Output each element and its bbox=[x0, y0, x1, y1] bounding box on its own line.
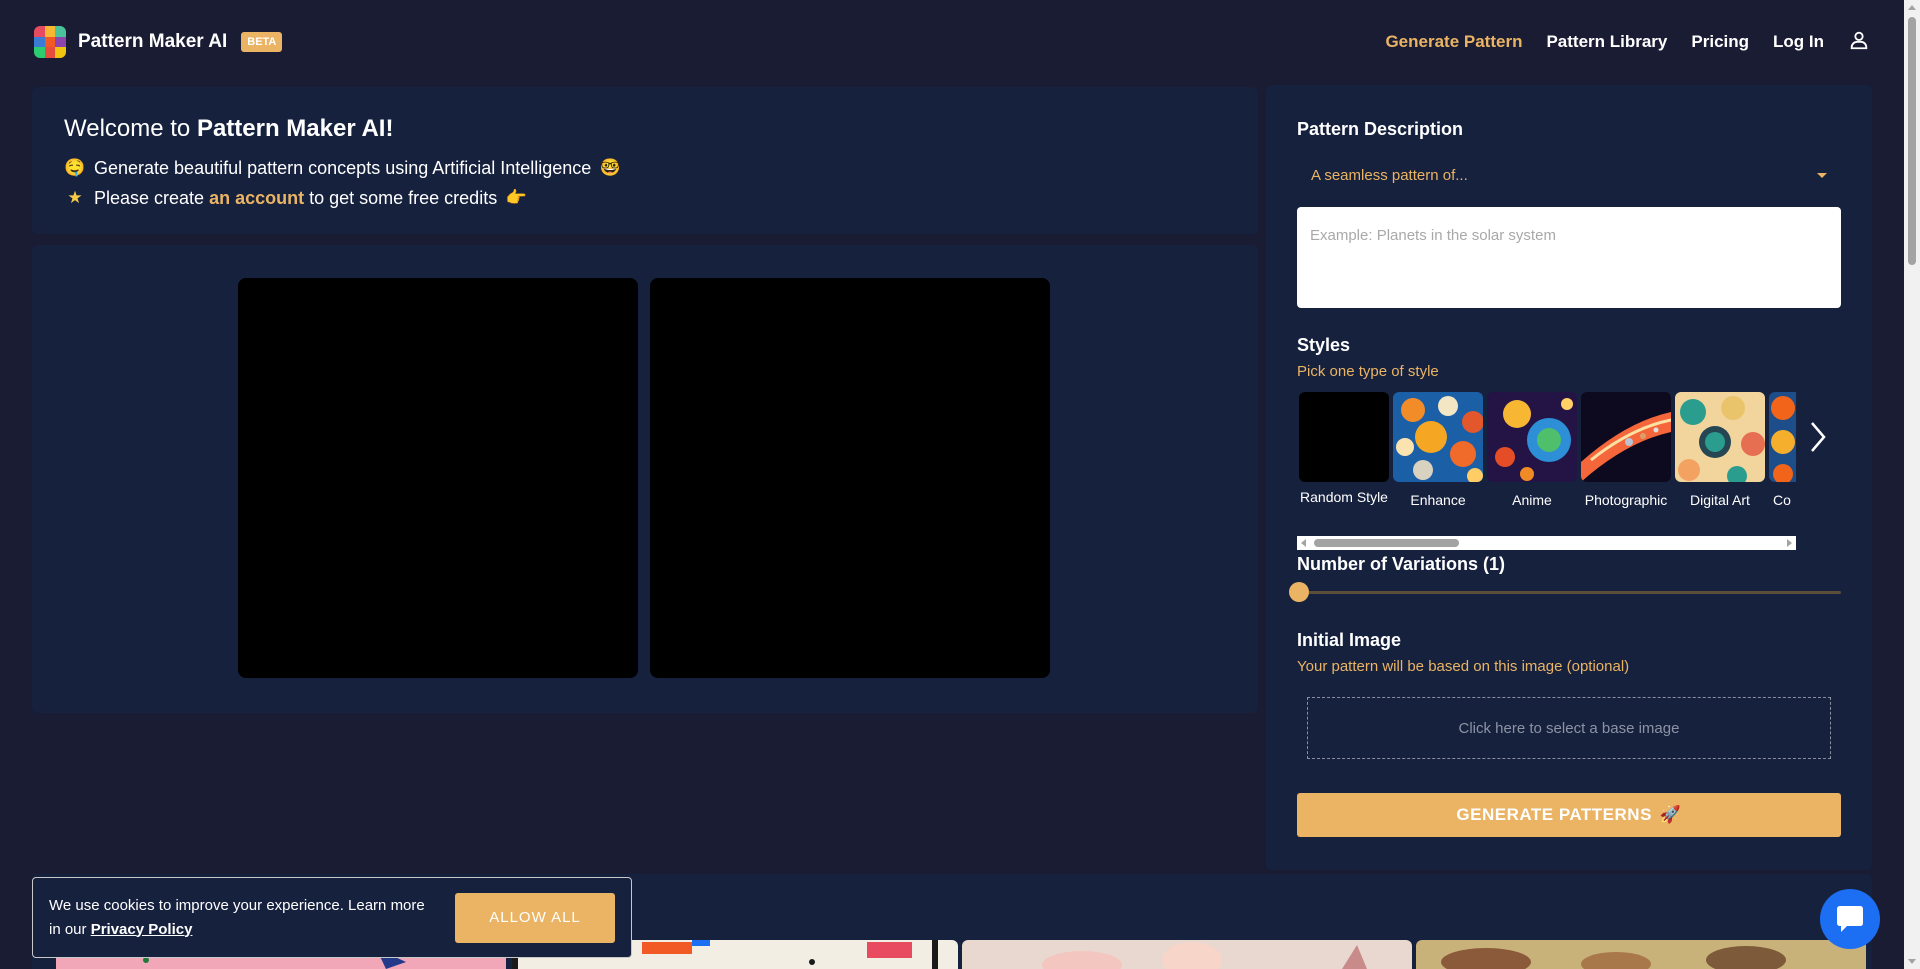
style-enhance[interactable]: Enhance bbox=[1393, 392, 1483, 508]
styles-sublabel: Pick one type of style bbox=[1297, 363, 1439, 380]
style-anime[interactable]: Anime bbox=[1487, 392, 1577, 508]
page-scrollbar[interactable] bbox=[1904, 0, 1920, 969]
chevron-right-icon[interactable] bbox=[1804, 415, 1832, 459]
pattern-preview-area bbox=[32, 245, 1258, 713]
scrollbar-thumb[interactable] bbox=[1314, 539, 1459, 547]
pattern-description-label: Pattern Description bbox=[1297, 119, 1464, 139]
style-name: Enhance bbox=[1410, 492, 1466, 508]
top-header: Pattern Maker AI BETA Generate Pattern P… bbox=[0, 0, 1904, 84]
create-account-link[interactable]: an account bbox=[209, 188, 304, 208]
privacy-policy-link[interactable]: Privacy Policy bbox=[91, 921, 193, 938]
brand-name: Pattern Maker AI bbox=[78, 31, 228, 52]
style-name: Co bbox=[1773, 492, 1791, 508]
style-digital-art[interactable]: Digital Art bbox=[1675, 392, 1765, 508]
nav-generate-pattern[interactable]: Generate Pattern bbox=[1385, 32, 1522, 52]
style-comic[interactable]: Co bbox=[1769, 392, 1796, 508]
nav-pattern-library[interactable]: Pattern Library bbox=[1546, 32, 1667, 52]
style-name: Digital Art bbox=[1690, 492, 1750, 508]
brand[interactable]: Pattern Maker AI BETA bbox=[34, 26, 283, 58]
scrollbar-thumb[interactable] bbox=[1908, 17, 1916, 265]
logo-icon bbox=[34, 26, 66, 58]
rocket-icon: 🚀 bbox=[1659, 805, 1682, 824]
scroll-left-arrow-icon[interactable] bbox=[1301, 539, 1306, 547]
generate-patterns-button[interactable]: GENERATE PATTERNS 🚀 bbox=[1297, 793, 1841, 837]
style-anime-thumb bbox=[1487, 392, 1577, 482]
style-name: Random Style bbox=[1300, 489, 1388, 505]
style-digital-art-thumb bbox=[1675, 392, 1765, 482]
styles-carousel: Random Style Enhance Anime Photographic … bbox=[1297, 392, 1796, 512]
scroll-right-arrow-icon[interactable] bbox=[1787, 539, 1792, 547]
style-comic-thumb bbox=[1769, 392, 1796, 482]
gallery-tile-3[interactable] bbox=[962, 940, 1412, 969]
nav-log-in[interactable]: Log In bbox=[1773, 32, 1824, 52]
pointing-hand-icon: 👉 bbox=[505, 188, 527, 207]
style-name: Photographic bbox=[1584, 492, 1668, 508]
initial-image-sublabel: Your pattern will be based on this image… bbox=[1297, 658, 1630, 675]
pattern-preview-1 bbox=[238, 278, 638, 678]
allow-all-button[interactable]: ALLOW ALL bbox=[455, 892, 615, 943]
styles-scrollbar[interactable] bbox=[1297, 536, 1796, 550]
pattern-prefix-select[interactable]: A seamless pattern of... bbox=[1297, 151, 1841, 199]
scroll-up-arrow-icon[interactable] bbox=[1908, 5, 1916, 10]
style-photographic[interactable]: Photographic bbox=[1581, 392, 1671, 508]
user-icon[interactable] bbox=[1848, 29, 1870, 56]
style-photographic-thumb bbox=[1581, 392, 1671, 482]
gallery-tile-4[interactable] bbox=[1416, 940, 1866, 969]
variations-slider-thumb[interactable] bbox=[1289, 582, 1309, 602]
pattern-description-input[interactable] bbox=[1297, 207, 1841, 308]
scroll-down-arrow-icon[interactable] bbox=[1908, 959, 1916, 964]
variations-label: Number of Variations (1) bbox=[1297, 554, 1506, 574]
drooling-face-icon: 🤤 bbox=[64, 158, 86, 177]
welcome-title: Welcome to Pattern Maker AI! bbox=[64, 115, 394, 142]
base-image-dropzone[interactable]: Click here to select a base image bbox=[1307, 697, 1831, 759]
beta-badge: BETA bbox=[241, 32, 283, 52]
style-name: Anime bbox=[1512, 492, 1552, 508]
star-icon: ★ bbox=[67, 188, 83, 207]
chat-button[interactable] bbox=[1820, 889, 1880, 949]
nerd-face-icon: 🤓 bbox=[599, 158, 621, 177]
main-nav: Generate Pattern Pattern Library Pricing… bbox=[1385, 29, 1870, 56]
styles-label: Styles bbox=[1297, 335, 1351, 355]
chevron-down-icon bbox=[1817, 172, 1827, 178]
chat-icon bbox=[1837, 906, 1863, 932]
welcome-line-1: 🤤 Generate beautiful pattern concepts us… bbox=[64, 153, 1226, 183]
generator-panel: Pattern Description A seamless pattern o… bbox=[1266, 85, 1872, 870]
style-random[interactable]: Random Style bbox=[1299, 392, 1389, 505]
nav-pricing[interactable]: Pricing bbox=[1691, 32, 1749, 52]
cookie-text: We use cookies to improve your experienc… bbox=[49, 896, 425, 938]
initial-image-label: Initial Image bbox=[1297, 630, 1402, 650]
variations-slider-track[interactable] bbox=[1297, 591, 1841, 594]
welcome-card: Welcome to Pattern Maker AI! 🤤 Generate … bbox=[32, 87, 1258, 234]
style-enhance-thumb bbox=[1393, 392, 1483, 482]
style-random-thumb bbox=[1299, 392, 1389, 482]
welcome-line-2: ★ Please create an account to get some f… bbox=[64, 183, 1226, 213]
pattern-preview-2 bbox=[650, 278, 1050, 678]
cookie-banner: We use cookies to improve your experienc… bbox=[32, 877, 632, 958]
